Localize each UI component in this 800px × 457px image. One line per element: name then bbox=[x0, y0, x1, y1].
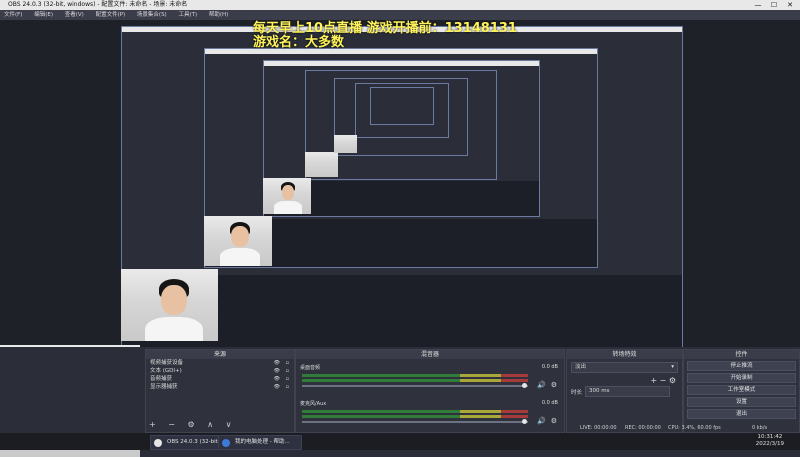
channel-name: 桌面音频 bbox=[300, 365, 321, 371]
volume-meter bbox=[302, 415, 528, 418]
speaker-icon[interactable]: 🔊 bbox=[537, 381, 546, 389]
browser-icon bbox=[222, 439, 230, 447]
source-item[interactable]: 音频捕获 👁 ▫ bbox=[146, 375, 294, 383]
source-label: 文本 (GDI+) bbox=[150, 368, 182, 374]
menu-tools[interactable]: 工具(T) bbox=[178, 12, 197, 18]
controls-dock: 控件 停止推流 开始录制 工作室模式 设置 退出 bbox=[683, 349, 800, 433]
live-time: LIVE: 00:00:00 bbox=[580, 425, 617, 431]
taskbar: OBS 24.0.3 (32-bit... 我的电脑处理 - 帮助... 10:… bbox=[0, 433, 800, 450]
source-item[interactable]: 视频捕获设备 👁 ▫ bbox=[146, 359, 294, 367]
person-face bbox=[282, 185, 294, 200]
cpu-fps: CPU: 3.4%, 60.00 fps bbox=[668, 425, 721, 431]
lock-icon[interactable]: ▫ bbox=[286, 367, 289, 375]
webcam-capture-nested-2 bbox=[204, 216, 272, 266]
sources-title: 来源 bbox=[146, 350, 294, 359]
eye-icon[interactable]: 👁 bbox=[274, 367, 280, 375]
webcam-capture-nested-3 bbox=[263, 178, 311, 214]
person-face bbox=[231, 226, 249, 247]
taskbar-item-label: 我的电脑处理 - 帮助... bbox=[235, 439, 290, 445]
duration-input[interactable]: 300 ms bbox=[585, 386, 670, 397]
gear-icon[interactable]: ⚙ bbox=[551, 381, 557, 389]
mixer-dock: 混音器 桌面音频 0.0 dB 🔊 ⚙ 麦克风/Aux 0.0 dB 🔊 ⚙ bbox=[295, 349, 565, 433]
preview-canvas[interactable]: 每天早上10点直播 游戏开播前：13148131 游戏名：大多数 bbox=[0, 20, 800, 457]
mixer-title: 混音器 bbox=[296, 350, 564, 359]
channel-name: 麦克风/Aux bbox=[300, 401, 327, 407]
eye-icon[interactable]: 👁 bbox=[274, 383, 280, 391]
dock-area: 来源 视频捕获设备 👁 ▫ 文本 (GDI+) 👁 ▫ 音频捕获 👁 ▫ 显示器… bbox=[0, 347, 800, 433]
menu-scene-collection[interactable]: 场景集合(S) bbox=[137, 12, 167, 18]
transitions-title: 转场特效 bbox=[567, 350, 682, 359]
transitions-dock: 转场特效 淡出 ▾ + − ⚙ 时长 300 ms bbox=[566, 349, 683, 433]
nested-obs-window-7 bbox=[370, 87, 434, 125]
menu-view[interactable]: 查看(V) bbox=[65, 12, 84, 18]
channel-db: 0.0 dB bbox=[541, 400, 558, 406]
controls-title: 控件 bbox=[684, 350, 799, 359]
taskbar-item-browser[interactable]: 我的电脑处理 - 帮助... bbox=[218, 435, 302, 450]
settings-button[interactable]: 设置 bbox=[687, 397, 796, 407]
source-item[interactable]: 显示器捕获 👁 ▫ bbox=[146, 383, 294, 391]
source-label: 音频捕获 bbox=[150, 376, 173, 382]
close-button[interactable]: ✕ bbox=[784, 0, 796, 10]
lock-icon[interactable]: ▫ bbox=[286, 359, 289, 367]
transition-value: 淡出 bbox=[575, 364, 587, 370]
rec-time: REC: 00:00:00 bbox=[625, 425, 661, 431]
studio-mode-button[interactable]: 工作室模式 bbox=[687, 385, 796, 395]
game-name-overlay: 游戏名：大多数 bbox=[253, 35, 345, 50]
window-titlebar: OBS 24.0.3 (32-bit, windows) - 配置文件: 未命名… bbox=[0, 0, 800, 10]
status-bar: LIVE: 00:00:00 REC: 00:00:00 CPU: 3.4%, … bbox=[0, 423, 800, 433]
nested-titlebar bbox=[264, 61, 539, 66]
person-shirt bbox=[220, 248, 260, 266]
system-clock[interactable]: 10:31:42 2022/3/19 bbox=[756, 434, 784, 448]
webcam-capture-nested-1 bbox=[121, 269, 218, 341]
maximize-button[interactable]: ☐ bbox=[768, 0, 780, 10]
volume-meter bbox=[302, 379, 528, 382]
bitrate: 0 kb/s bbox=[752, 425, 768, 431]
volume-meter bbox=[302, 410, 528, 413]
eye-icon[interactable]: 👁 bbox=[274, 375, 280, 383]
window-title: OBS 24.0.3 (32-bit, windows) - 配置文件: 未命名… bbox=[8, 1, 188, 8]
volume-slider[interactable] bbox=[302, 385, 528, 387]
person-face bbox=[161, 285, 187, 315]
lock-icon[interactable]: ▫ bbox=[286, 383, 289, 391]
volume-meter bbox=[302, 374, 528, 377]
sources-dock: 来源 视频捕获设备 👁 ▫ 文本 (GDI+) 👁 ▫ 音频捕获 👁 ▫ 显示器… bbox=[145, 349, 295, 433]
slider-handle[interactable] bbox=[522, 383, 527, 388]
taskbar-item-label: OBS 24.0.3 (32-bit... bbox=[167, 439, 224, 445]
person-shirt bbox=[274, 201, 302, 214]
webcam-capture-nested-5 bbox=[334, 135, 357, 153]
source-label: 视频捕获设备 bbox=[150, 360, 184, 366]
menu-file[interactable]: 文件(F) bbox=[4, 12, 22, 18]
clock-date: 2022/3/19 bbox=[755, 441, 784, 447]
start-recording-button[interactable]: 开始录制 bbox=[687, 373, 796, 383]
webcam-capture-nested-4 bbox=[305, 152, 338, 177]
source-label: 显示器捕获 bbox=[150, 384, 178, 390]
clock-time: 10:31:42 bbox=[757, 434, 783, 440]
mixer-channel-desktop: 桌面音频 0.0 dB 🔊 ⚙ bbox=[300, 364, 560, 398]
stop-stream-button[interactable]: 停止推流 bbox=[687, 361, 796, 371]
channel-db: 0.0 dB bbox=[541, 364, 558, 370]
exit-button[interactable]: 退出 bbox=[687, 409, 796, 419]
lock-icon[interactable]: ▫ bbox=[286, 375, 289, 383]
eye-icon[interactable]: 👁 bbox=[274, 359, 280, 367]
menu-edit[interactable]: 编辑(E) bbox=[34, 12, 53, 18]
obs-icon bbox=[154, 439, 162, 447]
chevron-down-icon: ▾ bbox=[671, 364, 674, 370]
person-shirt bbox=[145, 317, 203, 341]
menu-profile[interactable]: 配置文件(P) bbox=[96, 12, 126, 18]
menu-help[interactable]: 帮助(H) bbox=[209, 12, 228, 18]
add-remove-transition[interactable]: + − ⚙ bbox=[650, 376, 676, 385]
minimize-button[interactable]: — bbox=[752, 0, 764, 10]
transition-select[interactable]: 淡出 ▾ bbox=[571, 362, 678, 373]
duration-label: 时长 bbox=[571, 390, 583, 396]
source-item[interactable]: 文本 (GDI+) 👁 ▫ bbox=[146, 367, 294, 375]
